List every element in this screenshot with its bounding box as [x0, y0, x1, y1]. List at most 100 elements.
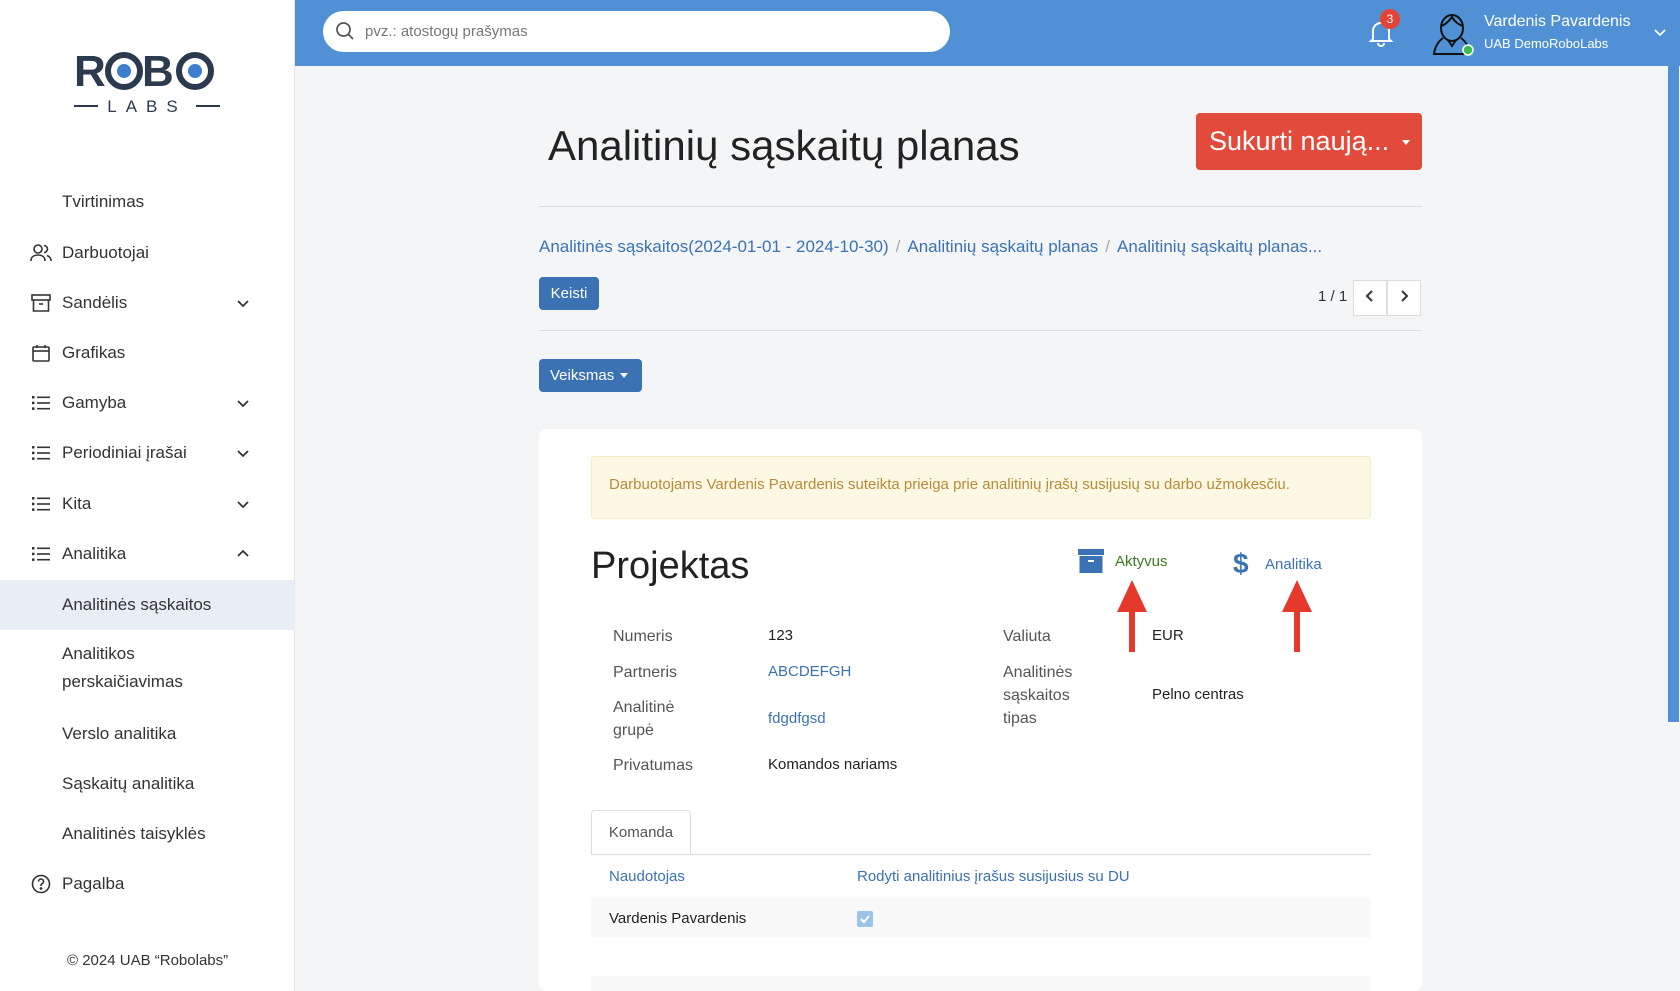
field-value-privatumas: Komandos nariams	[768, 756, 898, 773]
status-active-button[interactable]: Aktyvus	[1078, 549, 1168, 573]
dollar-icon: $	[1233, 548, 1249, 579]
scrollbar-thumb[interactable]	[1668, 66, 1679, 722]
sidebar-item-analitines-saskaitos[interactable]: Analitinės sąskaitos	[0, 580, 295, 630]
field-label-valiuta: Valiuta	[1003, 628, 1051, 645]
table-cell-user: Vardenis Pavardenis	[609, 910, 747, 927]
sidebar-item-label: Gamyba	[62, 393, 127, 412]
create-new-label: Sukurti naują...	[1209, 126, 1390, 156]
list-icon	[30, 392, 52, 414]
sidebar-item-label: Verslo analitika	[62, 724, 177, 743]
edit-button-label: Keisti	[550, 285, 588, 302]
chevron-down-icon	[234, 495, 252, 513]
chevron-down-icon	[234, 444, 252, 462]
list-icon	[30, 442, 52, 464]
sidebar-item-gamyba[interactable]: Gamyba	[0, 378, 295, 428]
sidebar-item-label: Periodiniai įrašai	[62, 443, 187, 462]
archive-icon	[1078, 549, 1104, 573]
sidebar-item-saskaitu-analitika[interactable]: Sąskaitų analitika	[0, 759, 295, 809]
sidebar-item-darbuotojai[interactable]: Darbuotojai	[0, 228, 295, 278]
pager-next-button[interactable]	[1387, 280, 1421, 316]
create-new-button[interactable]: Sukurti naują...	[1196, 113, 1422, 170]
pager-prev-button[interactable]	[1353, 280, 1387, 316]
field-value-grupe[interactable]: fdgdfgsd	[768, 710, 826, 727]
breadcrumb-item[interactable]: Analitinės sąskaitos(2024-01-01 - 2024-1…	[539, 237, 889, 256]
table-row	[591, 976, 1371, 991]
sidebar-item-sandelis[interactable]: Sandėlis	[0, 278, 295, 328]
sidebar-item-label: Grafikas	[62, 343, 126, 362]
avatar[interactable]	[1428, 8, 1478, 58]
notification-badge: 3	[1380, 9, 1400, 29]
scrollbar[interactable]	[1667, 66, 1680, 991]
analytics-label: Analitika	[1265, 555, 1322, 573]
annotation-arrow	[1117, 580, 1147, 657]
breadcrumb-item[interactable]: Analitinių sąskaitų planas...	[1117, 237, 1322, 256]
sidebar-item-pagalba[interactable]: Pagalba	[0, 859, 295, 909]
user-company: UAB DemoRoboLabs	[1484, 36, 1609, 51]
sidebar-item-label: Sąskaitų analitika	[62, 774, 195, 793]
analytics-button[interactable]: $ Analitika	[1233, 548, 1322, 580]
sidebar-item-kita[interactable]: Kita	[0, 479, 295, 529]
caret-down-icon	[1402, 140, 1410, 145]
sidebar-item-analitines-taisykles[interactable]: Analitinės taisyklės	[0, 809, 295, 859]
record-title: Projektas	[591, 545, 750, 587]
robolabs-logo[interactable]: R B LABS	[72, 44, 222, 120]
search-box[interactable]	[323, 11, 950, 52]
field-label-numeris: Numeris	[613, 628, 673, 645]
field-label-privatumas: Privatumas	[613, 757, 694, 774]
sidebar-item-label: Analitika	[62, 544, 127, 563]
sidebar-item-tvirtinimas[interactable]: Tvirtinimas	[0, 177, 295, 227]
list-icon	[30, 493, 52, 515]
info-alert: Darbuotojams Vardenis Pavardenis suteikt…	[591, 456, 1371, 519]
field-value-valiuta: EUR	[1152, 627, 1184, 644]
action-button[interactable]: Veiksmas	[539, 359, 642, 392]
sidebar-item-label: Analitikos perskaičiavimas	[62, 644, 183, 691]
field-label-partneris: Partneris	[613, 664, 678, 681]
sidebar-item-verslo-analitika[interactable]: Verslo analitika	[0, 709, 295, 759]
user-name[interactable]: Vardenis Pavardenis	[1484, 13, 1630, 31]
field-value-tipas: Pelno centras	[1152, 686, 1244, 703]
svg-text:B: B	[142, 47, 174, 96]
search-icon	[335, 21, 355, 46]
annotation-arrow	[1282, 580, 1312, 657]
sidebar-item-label: Analitinės taisyklės	[62, 824, 206, 843]
column-header-du[interactable]: Rodyti analitinius įrašus susijusius su …	[857, 868, 1130, 885]
calendar-icon	[30, 342, 52, 364]
sidebar-item-analitika[interactable]: Analitika	[0, 529, 295, 579]
page-title: Analitinių sąskaitų planas	[548, 122, 1020, 169]
edit-button[interactable]: Keisti	[539, 277, 599, 310]
tab-divider	[591, 854, 1371, 855]
field-label-tipas: Analitinės sąskaitos tipas	[1003, 664, 1073, 727]
sidebar-item-label: Sandėlis	[62, 293, 128, 312]
archive-icon	[30, 292, 52, 314]
chevron-right-icon	[1397, 289, 1411, 308]
breadcrumb-item[interactable]: Analitinių sąskaitų planas	[907, 237, 1098, 256]
copyright: © 2024 UAB “Robolabs”	[67, 952, 229, 969]
chevron-down-icon[interactable]	[1652, 24, 1668, 45]
list-icon	[30, 543, 52, 565]
pager-counter: 1 / 1	[1318, 288, 1348, 305]
sidebar-item-periodiniai-irasai[interactable]: Periodiniai įrašai	[0, 428, 295, 478]
sidebar-item-grafikas[interactable]: Grafikas	[0, 328, 295, 378]
sidebar-item-label: Tvirtinimas	[62, 192, 145, 211]
chevron-down-icon	[234, 294, 252, 312]
svg-text:LABS: LABS	[107, 97, 186, 116]
divider	[539, 330, 1422, 331]
sidebar: R B LABS Tvirtinimas Darbuotojai Sandėli…	[0, 0, 295, 991]
help-icon	[30, 873, 52, 895]
svg-text:R: R	[74, 47, 105, 96]
du-checkbox[interactable]	[857, 911, 873, 927]
users-icon	[30, 242, 52, 264]
column-header-user[interactable]: Naudotojas	[609, 868, 685, 885]
sidebar-item-label: Darbuotojai	[62, 243, 149, 262]
search-input[interactable]	[365, 23, 925, 40]
sidebar-item-label: Kita	[62, 494, 92, 513]
chevron-down-icon	[234, 394, 252, 412]
divider	[539, 206, 1422, 207]
chevron-up-icon	[234, 545, 252, 563]
sidebar-item-label: Pagalba	[62, 874, 125, 893]
field-value-partneris[interactable]: ABCDEFGH	[768, 663, 851, 680]
tab-komanda[interactable]: Komanda	[591, 810, 691, 855]
breadcrumb: Analitinės sąskaitos(2024-01-01 - 2024-1…	[539, 237, 1323, 256]
caret-down-icon	[620, 373, 629, 378]
sidebar-item-analitikos-perskaiciavimas[interactable]: Analitikos perskaičiavimas	[0, 640, 295, 702]
